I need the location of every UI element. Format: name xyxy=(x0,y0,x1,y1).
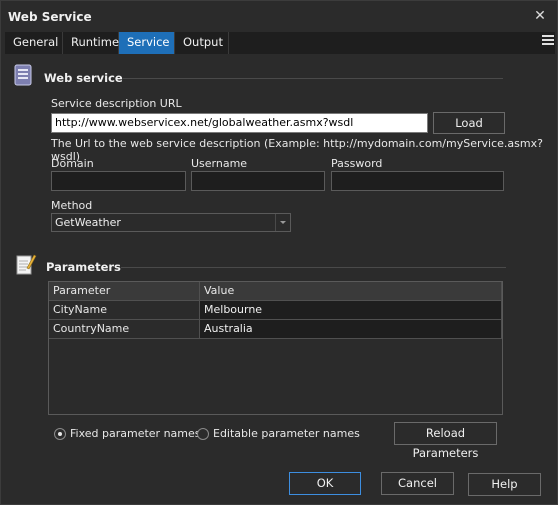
reload-parameters-button[interactable]: Reload Parameters xyxy=(394,422,497,460)
title-bar: Web Service ✕ xyxy=(1,1,557,33)
load-button[interactable]: Load xyxy=(433,112,505,134)
cancel-button[interactable]: Cancel xyxy=(381,472,454,495)
parameters-grid: Parameter Value CityName Melbourne Count… xyxy=(48,281,503,415)
fixed-parameter-names-radio[interactable]: Fixed parameter names xyxy=(54,427,201,443)
method-select-value: GetWeather xyxy=(55,216,121,229)
tab-menu-icon[interactable] xyxy=(542,35,554,49)
table-row[interactable]: CityName Melbourne xyxy=(49,301,502,320)
notepad-pencil-icon xyxy=(16,254,37,275)
password-field[interactable] xyxy=(331,171,504,191)
domain-field[interactable] xyxy=(51,171,186,191)
column-header-parameter[interactable]: Parameter xyxy=(49,282,200,301)
editable-parameter-names-radio[interactable]: Editable parameter names xyxy=(197,427,360,443)
url-hint: The Url to the web service description (… xyxy=(51,137,543,163)
domain-label: Domain xyxy=(51,157,94,170)
parameter-name-cell: CountryName xyxy=(49,320,200,339)
password-label: Password xyxy=(331,157,383,170)
url-input[interactable]: http://www.webservicex.net/globalweather… xyxy=(51,113,428,133)
tab-service[interactable]: Service xyxy=(119,32,175,54)
username-label: Username xyxy=(191,157,248,170)
parameters-heading: Parameters xyxy=(46,260,121,274)
window-title: Web Service xyxy=(8,10,92,24)
tab-runtime[interactable]: Runtime xyxy=(63,32,119,54)
url-label: Service description URL xyxy=(51,97,182,110)
radio-selected-icon[interactable] xyxy=(54,428,66,440)
method-label: Method xyxy=(51,199,93,212)
fixed-parameter-names-label: Fixed parameter names xyxy=(70,427,201,440)
web-service-heading: Web service xyxy=(44,71,123,85)
parameters-divider xyxy=(121,267,506,268)
help-button[interactable]: Help xyxy=(468,473,541,496)
table-row[interactable]: CountryName Australia xyxy=(49,320,502,339)
tab-output[interactable]: Output xyxy=(175,32,229,54)
column-header-value[interactable]: Value xyxy=(200,282,502,301)
username-field[interactable] xyxy=(191,171,325,191)
parameter-value-cell[interactable]: Australia xyxy=(200,320,502,339)
chevron-down-icon[interactable] xyxy=(275,214,290,231)
method-select[interactable]: GetWeather xyxy=(51,213,291,232)
tab-general[interactable]: General xyxy=(5,32,63,54)
editable-parameter-names-label: Editable parameter names xyxy=(213,427,360,440)
ok-button[interactable]: OK xyxy=(289,472,361,495)
close-icon[interactable]: ✕ xyxy=(531,7,549,25)
parameter-name-cell: CityName xyxy=(49,301,200,320)
grid-header: Parameter Value xyxy=(49,282,502,301)
web-service-divider xyxy=(123,78,503,79)
web-service-dialog: Web Service ✕ General Runtime Service Ou… xyxy=(0,0,558,505)
radio-unselected-icon[interactable] xyxy=(197,428,209,440)
tab-bar: General Runtime Service Output xyxy=(5,32,555,54)
database-icon xyxy=(14,64,32,86)
parameter-value-cell[interactable]: Melbourne xyxy=(200,301,502,320)
